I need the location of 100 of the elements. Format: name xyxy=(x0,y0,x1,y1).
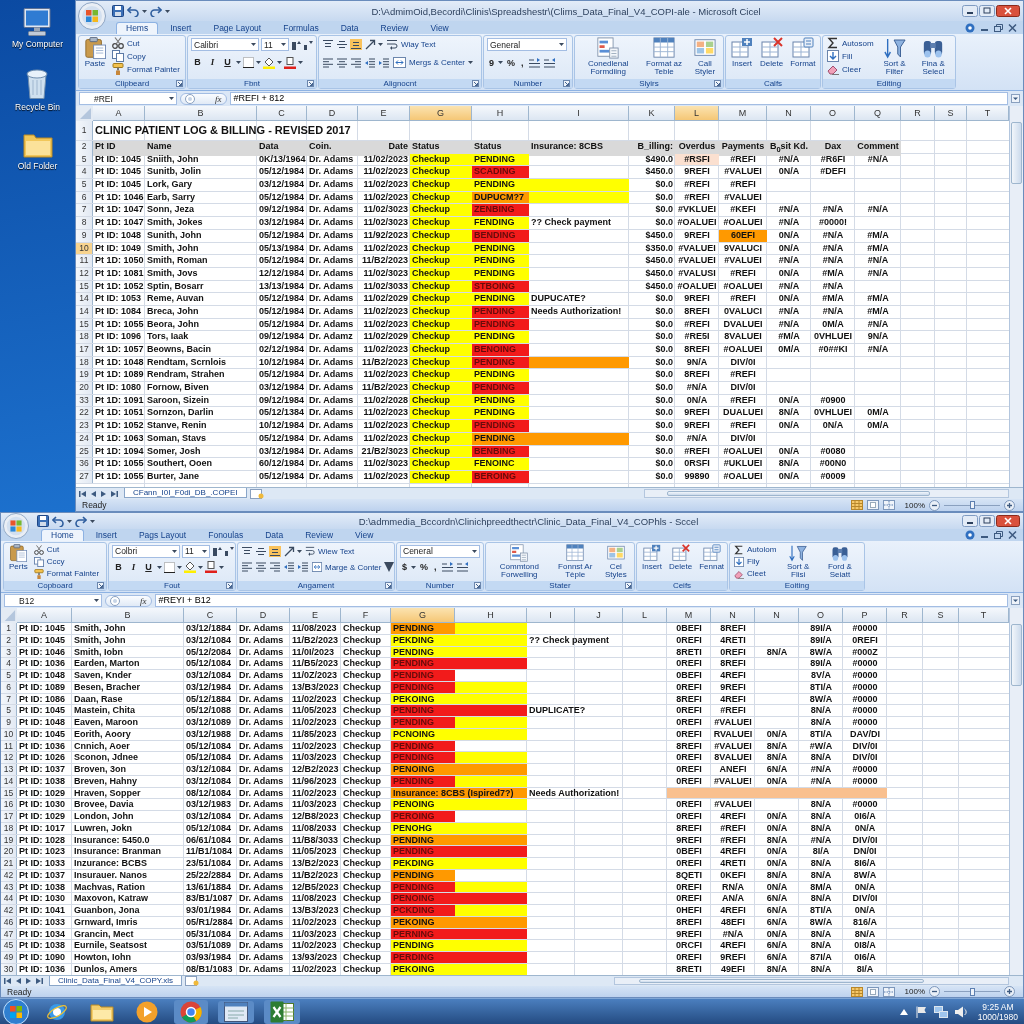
dialog-launcher-icon[interactable] xyxy=(307,80,314,87)
expand-icon[interactable] xyxy=(1011,94,1020,103)
ribbon-tab[interactable]: Fonoulas xyxy=(198,529,254,541)
ribbon-tab[interactable]: Review xyxy=(370,22,419,34)
column-header[interactable]: B xyxy=(72,608,184,623)
align-right-icon[interactable] xyxy=(350,57,362,68)
sheet-tab[interactable]: CFann_I0I_F0di_DB_.COPEI xyxy=(124,488,247,498)
clear-button[interactable]: Cleet xyxy=(733,568,778,579)
dialog-launcher-icon[interactable] xyxy=(474,582,481,589)
orientation-icon[interactable] xyxy=(364,39,376,50)
restore-icon[interactable] xyxy=(994,23,1003,32)
name-box[interactable]: #REI xyxy=(79,92,177,105)
column-header[interactable]: B xyxy=(145,106,257,121)
first-sheet-icon[interactable] xyxy=(79,489,87,498)
expand-icon[interactable] xyxy=(1011,596,1020,605)
dialog-launcher-icon[interactable] xyxy=(385,582,392,589)
column-header[interactable]: H xyxy=(472,106,529,121)
column-header[interactable]: R xyxy=(901,106,935,121)
orientation-icon[interactable] xyxy=(283,545,295,557)
clock-time[interactable]: 9:25 AM xyxy=(982,1002,1014,1012)
row-header[interactable]: 14 xyxy=(1,775,17,787)
save-icon[interactable] xyxy=(37,515,49,527)
ribbon-tab[interactable]: Home xyxy=(41,529,84,541)
column-header[interactable]: H xyxy=(455,608,527,623)
number-format-field[interactable]: Ceneral xyxy=(400,544,480,558)
close-icon[interactable] xyxy=(996,515,1020,527)
row-header[interactable]: 4 xyxy=(76,166,93,179)
row-header[interactable]: 36 xyxy=(76,458,93,470)
column-header[interactable]: S xyxy=(935,106,967,121)
column-header[interactable]: R xyxy=(887,608,923,623)
column-header[interactable]: J xyxy=(575,608,623,623)
next-sheet-icon[interactable] xyxy=(100,489,107,498)
cut-button[interactable]: Cut xyxy=(32,544,101,555)
zoom-in-icon[interactable] xyxy=(1004,499,1015,511)
wrap-text-button[interactable]: Wiay Text xyxy=(385,38,437,51)
paint-bucket-icon[interactable] xyxy=(184,561,196,573)
page-layout-icon[interactable] xyxy=(866,500,879,510)
column-header[interactable]: E xyxy=(290,608,341,623)
underline-button[interactable]: U xyxy=(142,560,155,574)
number-format-button[interactable]: $ xyxy=(400,562,409,572)
paste-button[interactable]: Paste xyxy=(82,37,108,68)
row-header[interactable]: 3 xyxy=(1,646,17,658)
column-header[interactable]: K xyxy=(629,106,675,121)
ribbon-tab[interactable]: View xyxy=(345,529,384,541)
decrease-indent-icon[interactable] xyxy=(364,57,376,68)
column-header[interactable]: C xyxy=(184,608,237,623)
column-header[interactable]: I xyxy=(529,106,629,121)
column-header[interactable]: S xyxy=(923,608,959,623)
next-sheet-icon[interactable] xyxy=(25,977,32,985)
row-header[interactable]: 19 xyxy=(1,834,17,846)
caret-icon[interactable] xyxy=(157,565,162,569)
page-break-icon[interactable] xyxy=(882,500,895,510)
shrink-font-icon[interactable] xyxy=(224,546,234,556)
row-header[interactable]: 30 xyxy=(1,963,17,975)
minimize-icon[interactable] xyxy=(962,515,978,527)
column-header[interactable]: D xyxy=(307,106,358,121)
zoom-level[interactable]: 100% xyxy=(904,987,925,996)
row-header[interactable]: 47 xyxy=(1,928,17,940)
format-painter-button[interactable]: Format Painter xyxy=(111,63,181,75)
decrease-indent-icon[interactable] xyxy=(283,562,295,572)
insert-button[interactable]: Insert xyxy=(729,37,755,68)
cell-styles-button[interactable]: Cel Styles xyxy=(600,544,631,579)
dot-circle-icon[interactable] xyxy=(965,22,975,33)
caret-icon[interactable] xyxy=(142,9,147,13)
column-header[interactable]: I xyxy=(527,608,575,623)
column-header[interactable]: E xyxy=(358,106,410,121)
sort-filter-button[interactable]: Sort & Flisi xyxy=(780,544,816,579)
horizontal-scrollbar[interactable] xyxy=(644,489,1009,498)
caret-icon[interactable] xyxy=(411,565,416,569)
increase-indent-icon[interactable] xyxy=(297,562,309,572)
delete-button[interactable]: Delete xyxy=(758,37,786,68)
desktop-icon-label[interactable]: Recycle Bin xyxy=(15,102,60,112)
column-header[interactable]: G xyxy=(410,106,472,121)
column-header[interactable]: N xyxy=(711,608,755,623)
font-color-icon[interactable] xyxy=(284,56,296,69)
insert-sheet-icon[interactable] xyxy=(185,976,200,986)
column-header[interactable]: O xyxy=(799,608,843,623)
align-right-icon[interactable] xyxy=(269,562,281,572)
column-header[interactable]: N xyxy=(767,106,811,121)
find-select-button[interactable]: Fina & Selecl xyxy=(914,37,952,76)
row-header[interactable]: 21 xyxy=(1,858,17,869)
insert-function-button[interactable]: fx xyxy=(215,93,222,104)
font-color-icon[interactable] xyxy=(205,561,217,573)
align-top-icon[interactable] xyxy=(241,545,253,557)
font-name-field[interactable]: Calibri xyxy=(191,38,259,51)
format-as-table-button[interactable]: Format az Teble xyxy=(641,37,687,76)
ribbon-tab[interactable]: Formulas xyxy=(273,22,329,34)
first-sheet-icon[interactable] xyxy=(4,977,12,985)
italic-button[interactable]: I xyxy=(127,560,140,574)
row-header[interactable]: 20 xyxy=(76,382,93,394)
delete-button[interactable]: Delete xyxy=(667,544,695,571)
dot-circle-icon[interactable] xyxy=(965,530,975,540)
last-sheet-icon[interactable] xyxy=(110,489,118,498)
start-orb-icon[interactable] xyxy=(2,999,30,1024)
ribbon-tab[interactable]: Review xyxy=(295,529,344,541)
row-header[interactable]: 15 xyxy=(1,787,17,799)
align-left-icon[interactable] xyxy=(241,562,253,572)
caret-icon[interactable] xyxy=(177,565,182,569)
row-header[interactable]: 11 xyxy=(1,740,17,752)
row-header[interactable]: 18 xyxy=(1,822,17,834)
